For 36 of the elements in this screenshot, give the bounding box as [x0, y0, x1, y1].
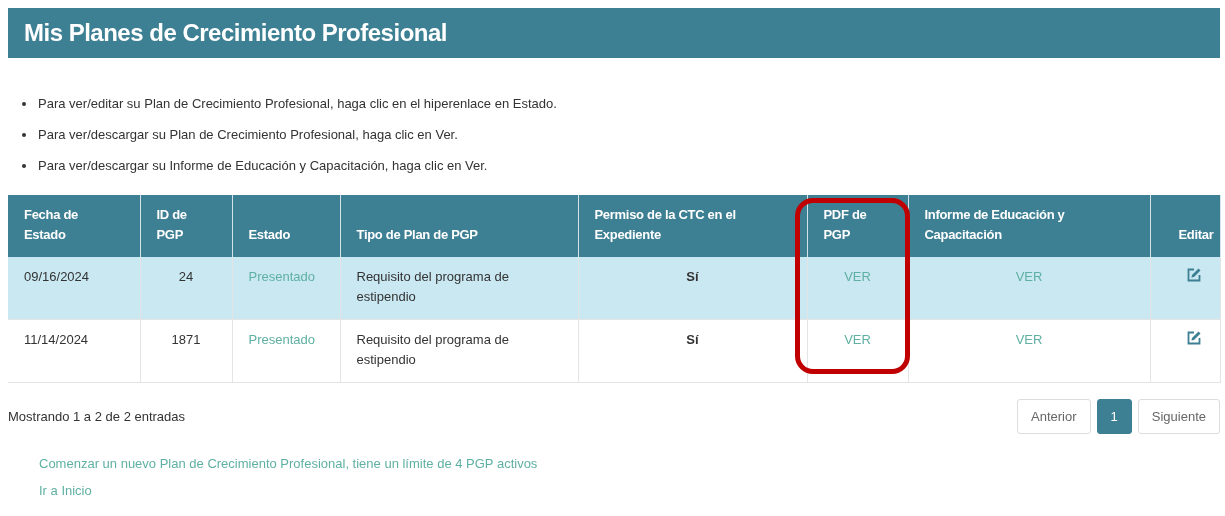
table-cell: Requisito del programa de estipendio — [340, 257, 578, 320]
column-header: Permiso de la CTC en el Expediente — [578, 195, 807, 257]
column-header: Estado — [232, 195, 340, 257]
column-header: Editar — [1150, 195, 1220, 257]
instruction-text: Para ver/descargar su Plan de Crecimiento Profesional, haga clic en Ver. — [38, 127, 458, 142]
status-link[interactable]: Presentado — [248, 332, 315, 347]
view-link[interactable]: VER — [844, 332, 871, 347]
bullet-icon — [22, 132, 26, 137]
instruction-text: Para ver/descargar su Informe de Educación y Capacitación, haga clic en Ver. — [38, 158, 488, 173]
page-button[interactable]: 1 — [1096, 399, 1132, 434]
instruction-text: Para ver/editar su Plan de Crecimiento Profesional, haga clic en el hiperenlace en Estado. — [38, 96, 557, 111]
page-button[interactable]: Anterior — [1017, 399, 1091, 434]
page-button[interactable]: Siguiente — [1137, 399, 1220, 434]
column-header: ID de PGP — [140, 195, 232, 257]
table-cell: 09/16/2024 — [8, 257, 140, 320]
table-cell: 11/14/2024 — [8, 319, 140, 383]
column-header: Fecha de Estado — [8, 195, 140, 257]
entries-info: Mostrando 1 a 2 de 2 entradas — [8, 409, 186, 424]
view-link[interactable]: VER — [1015, 332, 1043, 347]
bullet-icon — [22, 101, 26, 106]
table-cell: Sí — [578, 257, 807, 320]
page-title: Mis Planes de Crecimiento Profesional — [24, 19, 447, 47]
table-cell: 24 — [140, 257, 232, 320]
column-header: Informe de Educación y Capacitación — [908, 195, 1150, 257]
table-cell: Sí — [578, 319, 807, 383]
status-link[interactable]: Presentado — [248, 269, 315, 284]
nav-link[interactable]: Comenzar un nuevo Plan de Crecimiento Profesional, tiene un límite de 4 PGP activos — [39, 456, 538, 471]
edit-icon[interactable] — [1186, 267, 1202, 283]
column-header: Tipo de Plan de PGP — [340, 195, 578, 257]
view-link[interactable]: VER — [1015, 269, 1043, 284]
table-cell: 1871 — [140, 319, 232, 383]
nav-link[interactable]: Ir a Inicio — [39, 483, 92, 498]
bullet-icon — [22, 163, 26, 168]
view-link[interactable]: VER — [844, 269, 871, 284]
edit-icon[interactable] — [1186, 330, 1202, 346]
table-cell: Requisito del programa de estipendio — [340, 319, 578, 383]
